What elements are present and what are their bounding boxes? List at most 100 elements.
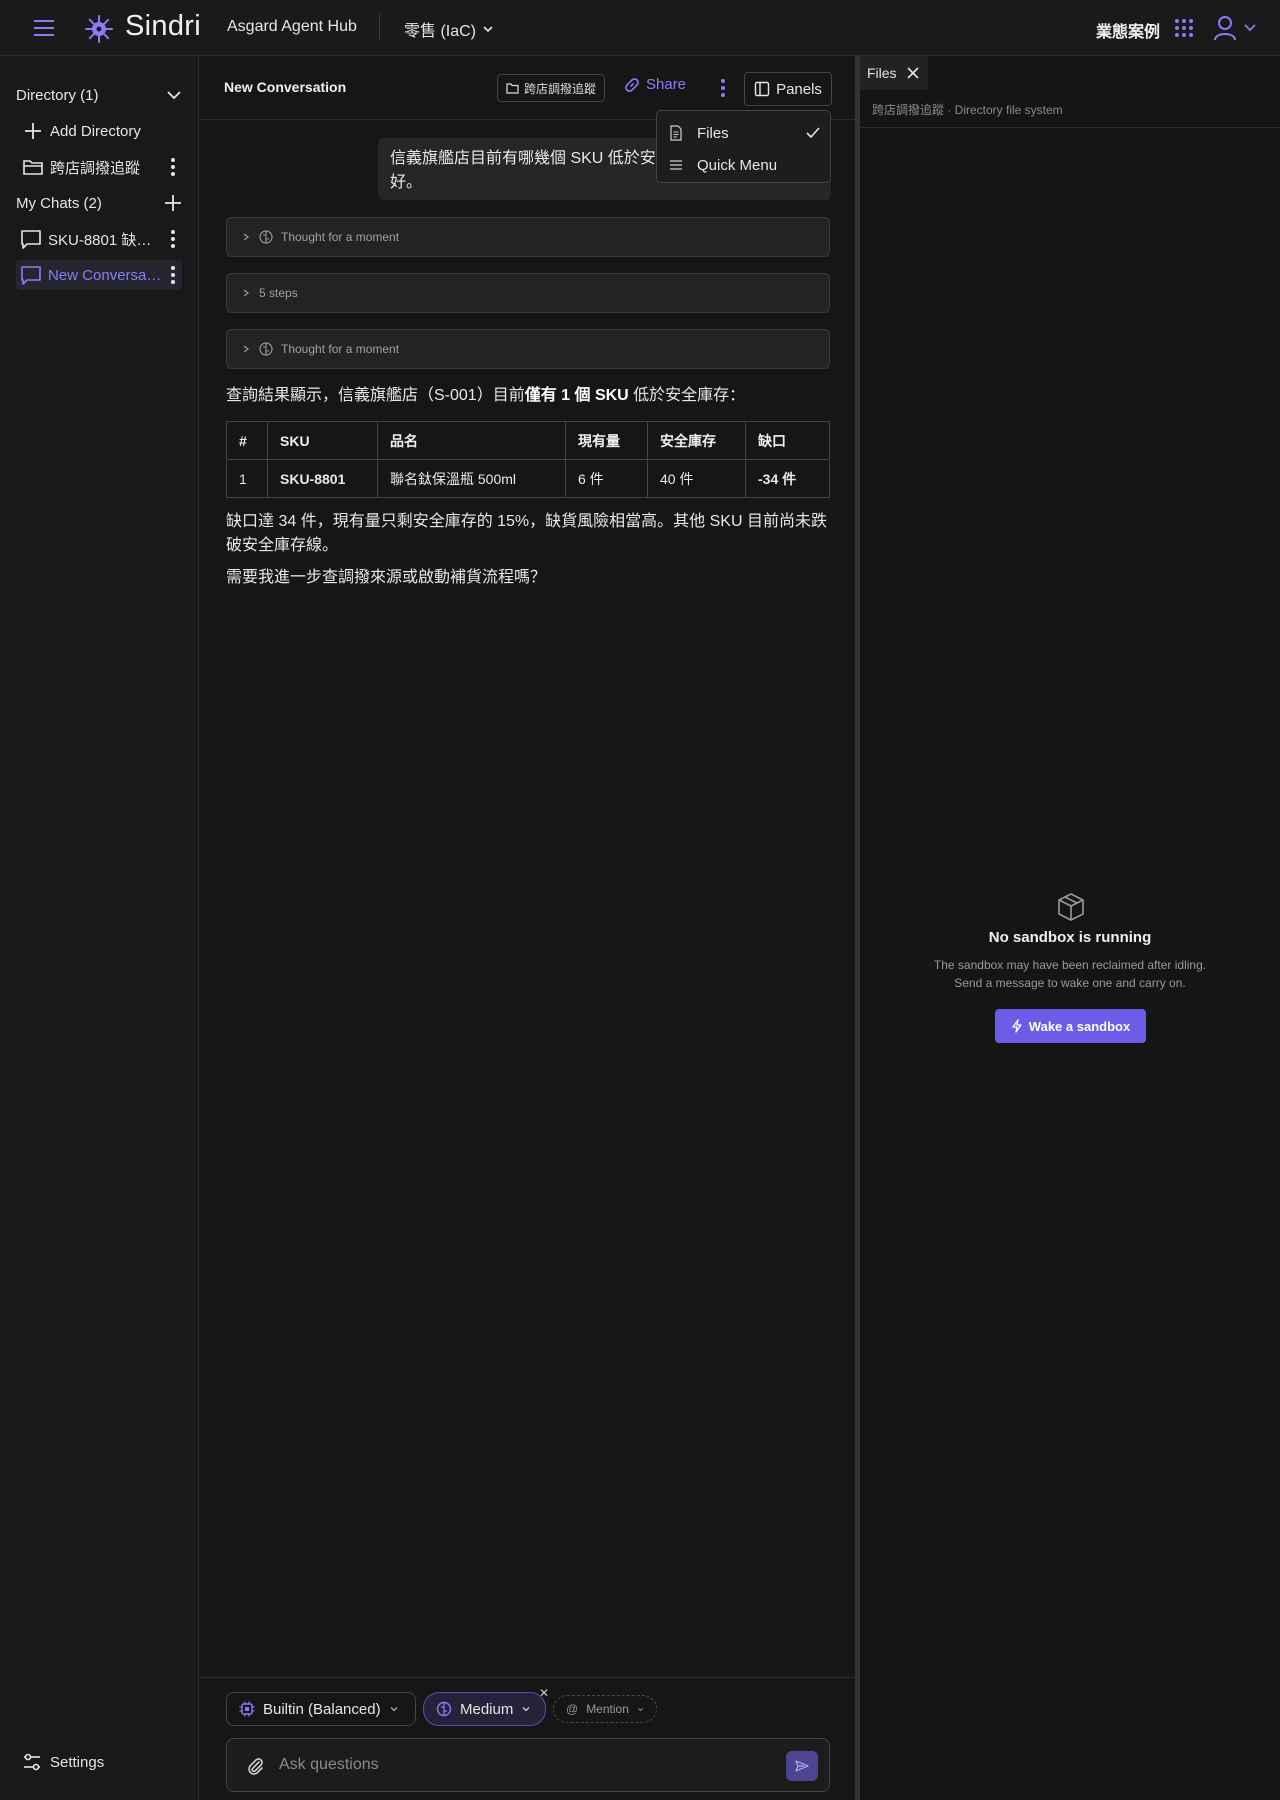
menu-item-label: Files	[697, 124, 729, 142]
steps-collapsible[interactable]: 5 steps	[226, 273, 830, 313]
plus-icon	[25, 123, 41, 139]
share-label: Share	[646, 76, 687, 93]
directory-label: 跨店調撥追蹤	[50, 159, 141, 177]
empty-state-description: The sandbox may have been reclaimed afte…	[933, 958, 1207, 990]
chat-main: New Conversation 跨店調撥追蹤 Share Panels 信義旗…	[200, 56, 855, 1800]
sindri-logo-icon[interactable]	[84, 14, 114, 44]
column-header: 品名	[377, 421, 566, 460]
model-select-label: Builtin (Balanced)	[263, 1700, 381, 1718]
effort-select[interactable]: Medium	[423, 1692, 546, 1726]
directory-header-label: Directory (1)	[16, 86, 99, 104]
close-icon[interactable]: ✕	[539, 1686, 549, 1700]
chat-label: SKU-8801 缺貨分析	[48, 231, 164, 249]
mention-label: Mention	[586, 1702, 629, 1716]
table-cell: 6 件	[565, 459, 648, 498]
collapsible-label: Thought for a moment	[281, 230, 400, 244]
settings-label: Settings	[50, 1753, 105, 1771]
paperclip-icon[interactable]	[245, 1756, 265, 1776]
answer-intro-text: 查詢結果顯示，信義旗艦店（S-001）目前	[226, 387, 525, 404]
top-bar: Sindri Asgard Agent Hub 零售 (IaC) 業態案例	[0, 0, 1280, 56]
directory-chip[interactable]: 跨店調撥追蹤	[497, 74, 606, 102]
files-path: 跨店調撥追蹤 · Directory file system	[872, 103, 1063, 117]
apps-grid-icon[interactable]	[1174, 18, 1194, 38]
add-directory-label: Add Directory	[50, 122, 141, 140]
menu-item-files[interactable]: Files	[657, 117, 832, 149]
answer-intro-text: 低於安全庫存：	[628, 387, 746, 404]
panels-icon	[754, 81, 770, 97]
plus-icon[interactable]	[164, 194, 182, 212]
files-panel: Files 跨店調撥追蹤 · Directory file system No …	[860, 56, 1280, 1800]
column-header: 現有量	[565, 421, 648, 460]
chevron-down-icon	[637, 1707, 643, 1711]
brand-name: Sindri	[125, 10, 201, 42]
chevron-down-icon	[390, 1707, 398, 1712]
kebab-icon[interactable]	[164, 228, 182, 250]
bolt-icon	[1012, 1019, 1022, 1033]
settings-button[interactable]: Settings	[22, 1752, 104, 1772]
table-cell: 聯名鈦保溫瓶 500ml	[377, 459, 566, 498]
ask-input[interactable]	[279, 1749, 759, 1781]
chevron-down-icon	[483, 26, 493, 33]
table-row: 1 SKU-8801 聯名鈦保溫瓶 500ml 6 件 40 件 -34 件	[226, 459, 830, 498]
workspace-select-label: 零售 (IaC)	[404, 23, 477, 40]
wake-sandbox-button[interactable]: Wake a sandbox	[995, 1009, 1146, 1043]
user-icon[interactable]	[1213, 15, 1237, 41]
answer-intro-emphasis: 僅有 1 個 SKU	[524, 387, 629, 404]
options-menu: Files Quick Menu	[656, 110, 831, 183]
answer-paragraph: 需要我進一步查調撥來源或啟動補貨流程嗎？	[226, 569, 547, 586]
tab-files-label: Files	[867, 65, 897, 81]
send-button[interactable]	[786, 1751, 818, 1781]
box-icon	[1056, 891, 1086, 923]
kebab-icon[interactable]	[164, 264, 182, 286]
at-icon: @	[566, 1702, 579, 1716]
hamburger-icon[interactable]	[32, 17, 56, 39]
collapsible-label: 5 steps	[259, 286, 298, 300]
chevron-down-icon[interactable]	[1243, 20, 1257, 34]
sidebar-item-directory[interactable]: 跨店調撥追蹤	[22, 152, 182, 182]
table-cell: -34 件	[745, 459, 830, 498]
kebab-icon[interactable]	[164, 156, 182, 178]
use-cases-link[interactable]: 業態案例	[1096, 18, 1160, 42]
divider	[379, 14, 380, 40]
chevron-down-icon	[522, 1707, 530, 1712]
folder-icon	[23, 160, 43, 175]
chat-icon	[21, 266, 41, 285]
brain-icon	[436, 1701, 452, 1717]
kebab-icon[interactable]	[715, 76, 731, 100]
file-icon	[670, 125, 682, 141]
menu-item-label: Quick Menu	[697, 156, 778, 174]
column-header: SKU	[267, 421, 378, 460]
wake-sandbox-label: Wake a sandbox	[1028, 1018, 1131, 1034]
thought-collapsible[interactable]: Thought for a moment	[226, 217, 830, 257]
answer-intro: 查詢結果顯示，信義旗艦店（S-001）目前僅有 1 個 SKU 低於安全庫存：	[226, 384, 836, 408]
answer-paragraph: 缺口達 34 件，現有量只剩安全庫存的 15%，缺貨風險相當高。其他 SKU 目…	[226, 513, 827, 554]
sidebar-item-chat-active[interactable]: New Conversation	[16, 260, 182, 290]
sidebar-item-chat[interactable]: SKU-8801 缺貨分析	[20, 224, 182, 254]
send-icon	[795, 1760, 809, 1772]
column-header: 安全庫存	[647, 421, 746, 460]
mention-button[interactable]: @ Mention	[553, 1695, 657, 1723]
chevron-down-icon[interactable]	[166, 87, 182, 103]
link-icon	[625, 77, 639, 92]
tab-files[interactable]: Files	[860, 56, 928, 90]
chevron-right-icon	[243, 289, 250, 297]
composer: Builtin (Balanced) Medium ✕ @ Mention	[200, 1677, 855, 1800]
table-cell: SKU-8801	[267, 459, 378, 498]
share-button[interactable]: Share	[624, 76, 686, 93]
column-header: #	[226, 421, 268, 460]
close-icon[interactable]	[906, 67, 919, 79]
sku-table: # SKU 品名 現有量 安全庫存 缺口 1 SKU-8801 聯名鈦保溫瓶 5…	[226, 421, 830, 498]
folder-icon	[506, 83, 519, 94]
table-cell: 1	[226, 459, 268, 498]
chat-icon	[21, 230, 41, 249]
thought-collapsible[interactable]: Thought for a moment	[226, 329, 830, 369]
empty-state-title: No sandbox is running	[988, 929, 1152, 946]
add-directory-button[interactable]: Add Directory	[22, 116, 182, 146]
directory-header[interactable]: Directory (1)	[16, 80, 182, 110]
model-select[interactable]: Builtin (Balanced)	[226, 1692, 416, 1726]
menu-item-quick-menu[interactable]: Quick Menu	[657, 149, 832, 181]
workspace-select[interactable]: 零售 (IaC)	[404, 17, 494, 41]
divider	[860, 127, 1280, 128]
panels-button[interactable]: Panels	[744, 72, 832, 106]
column-header: 缺口	[745, 421, 830, 460]
